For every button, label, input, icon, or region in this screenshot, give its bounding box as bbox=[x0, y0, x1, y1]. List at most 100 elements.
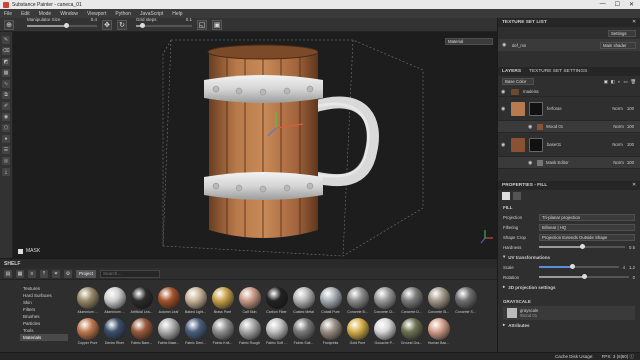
material-thumbnail[interactable]: Fabric Deni... bbox=[182, 318, 209, 345]
material-thumbnail[interactable]: Fabric Barn... bbox=[128, 318, 155, 345]
bake-icon[interactable]: ◉ bbox=[2, 113, 10, 121]
project-filter-chip[interactable]: Project bbox=[76, 269, 97, 278]
menu-edit[interactable]: Edit bbox=[21, 11, 30, 17]
material-thumbnail[interactable]: Artificial Lea... bbox=[128, 287, 155, 314]
material-thumbnail[interactable]: Aluminium ... bbox=[101, 287, 128, 314]
shelf-category-tools[interactable]: Tools bbox=[20, 327, 68, 334]
clone-icon[interactable]: ⧉ bbox=[2, 91, 10, 99]
material-thumbnail[interactable]: Fabric Soft ... bbox=[263, 318, 290, 345]
material-thumbnail[interactable]: Baked Light... bbox=[182, 287, 209, 314]
channel-select[interactable]: Base Color bbox=[502, 78, 534, 85]
shelf-category-skin[interactable]: Skin bbox=[20, 299, 68, 306]
menu-mode[interactable]: Mode bbox=[39, 11, 52, 17]
tab-layers[interactable]: LAYERS bbox=[502, 69, 521, 74]
filter-icon[interactable]: ⏷ bbox=[52, 269, 60, 278]
hardness-slider[interactable]: Hardness 0.5 bbox=[498, 242, 640, 252]
menu-javascript[interactable]: JavaScript bbox=[140, 11, 163, 17]
uv-transformations-section[interactable]: ▾ UV transformations bbox=[498, 252, 640, 262]
close-properties-icon[interactable]: ✕ bbox=[632, 183, 640, 188]
list-view-icon[interactable]: ≡ bbox=[28, 269, 36, 278]
grid-view-icon[interactable]: ▦ bbox=[16, 269, 24, 278]
material-thumbnail[interactable]: Cobalt Pure bbox=[317, 287, 344, 314]
export-icon[interactable]: ⤓ bbox=[2, 168, 10, 176]
material-thumbnail[interactable]: Copper Pure bbox=[74, 318, 101, 345]
manipulator-size-slider[interactable]: Manipulator Size 0.4 bbox=[27, 17, 97, 28]
visibility-eye-icon[interactable]: ◉ bbox=[501, 89, 507, 95]
minimize-button[interactable]: — bbox=[600, 1, 606, 8]
texture-set-item[interactable]: ◉ def_ms Main shader bbox=[498, 39, 640, 51]
material-thumbnail[interactable]: Carbon Fiber bbox=[263, 287, 290, 314]
material-mode-icon[interactable] bbox=[513, 192, 521, 200]
shelf-search-input[interactable] bbox=[100, 269, 161, 278]
settings-icon[interactable]: ⚙ bbox=[64, 269, 72, 278]
smudge-icon[interactable]: ∿ bbox=[2, 80, 10, 88]
material-thumbnail[interactable]: Concrete D... bbox=[398, 287, 425, 314]
layer-ferforas[interactable]: ◉ ferforas Norm 100 bbox=[498, 97, 640, 121]
material-thumbnail[interactable]: Fabric Knit... bbox=[209, 318, 236, 345]
layer-base01[interactable]: ◉ base01 Norm 100 bbox=[498, 133, 640, 157]
material-thumbnail[interactable]: Denim River bbox=[101, 318, 128, 345]
viewport-material-select[interactable]: Material bbox=[445, 38, 493, 45]
grayscale-slot[interactable]: grayscale Wood 01 bbox=[503, 306, 635, 320]
display-settings-icon[interactable]: ☰ bbox=[2, 146, 10, 154]
snap-icon[interactable]: ◱ bbox=[197, 19, 207, 30]
close-button[interactable]: ✕ bbox=[629, 1, 634, 8]
polygon-fill-icon[interactable]: ⬡ bbox=[2, 124, 10, 132]
shelf-category-filters[interactable]: Filters bbox=[20, 306, 68, 313]
visibility-eye-icon[interactable]: ◉ bbox=[501, 142, 507, 148]
visibility-eye-icon[interactable]: ◉ bbox=[528, 124, 534, 130]
shader-settings-icon[interactable]: ◎ bbox=[2, 157, 10, 165]
color-picker-icon[interactable]: ✐ bbox=[2, 102, 10, 110]
add-fill-layer-icon[interactable]: ◧ bbox=[611, 79, 615, 85]
menu-file[interactable]: File bbox=[4, 11, 12, 17]
material-thumbnail[interactable]: Calf Skin bbox=[236, 287, 263, 314]
filtering-select[interactable]: Bilinear | HQ bbox=[539, 223, 635, 231]
rotation-slider[interactable]: Rotation 0 bbox=[498, 272, 640, 282]
transform-icon[interactable]: ⊕ bbox=[4, 19, 14, 30]
shelf-category-particles[interactable]: Particles bbox=[20, 320, 68, 327]
material-thumbnail[interactable]: Coated Metal bbox=[290, 287, 317, 314]
fill-mode-icon[interactable] bbox=[502, 192, 510, 200]
material-thumbnail[interactable]: Concrete Cl... bbox=[371, 287, 398, 314]
move-icon[interactable]: ✥ bbox=[102, 19, 112, 30]
menu-help[interactable]: Help bbox=[172, 11, 182, 17]
eraser-icon[interactable]: ⌫ bbox=[2, 47, 10, 55]
sublayer-mask-editor[interactable]: ◉ Mask Editor Norm 100 bbox=[498, 157, 640, 169]
material-thumbnail[interactable]: Human Bac... bbox=[425, 318, 452, 345]
visibility-eye-icon[interactable]: ◉ bbox=[502, 42, 508, 48]
close-panel-icon[interactable]: ✕ bbox=[632, 20, 640, 25]
add-mask-icon[interactable]: ◐ bbox=[618, 79, 621, 84]
delete-layer-icon[interactable]: 🗑 bbox=[631, 79, 636, 85]
camera-icon[interactable]: ▣ bbox=[212, 19, 222, 30]
shelf-category-hard-surfaces[interactable]: Hard Surfaces bbox=[20, 292, 68, 299]
shader-select[interactable]: Main shader bbox=[600, 41, 636, 49]
shape-crop-select[interactable]: Projection Extends Outside Shape bbox=[539, 233, 635, 241]
material-thumbnail[interactable]: Fabric Base... bbox=[155, 318, 182, 345]
geometry-fill-icon[interactable]: ▦ bbox=[2, 69, 10, 77]
material-thumbnail[interactable]: Concrete S... bbox=[452, 287, 479, 314]
visibility-eye-icon[interactable]: ◉ bbox=[528, 160, 534, 166]
material-thumbnail[interactable]: Fabric Suit... bbox=[290, 318, 317, 345]
menu-python[interactable]: Python bbox=[115, 11, 131, 17]
visibility-eye-icon[interactable]: ◉ bbox=[501, 106, 507, 112]
grid-steps-slider[interactable]: Grid steps 0.1 bbox=[136, 17, 192, 28]
3d-viewport[interactable]: Material MASK bbox=[13, 32, 497, 258]
material-thumbnail[interactable]: Gouache P... bbox=[371, 318, 398, 345]
shelf-category-textures[interactable]: Textures bbox=[20, 285, 68, 292]
3d-projection-section[interactable]: ▸ 3D projection settings bbox=[498, 282, 640, 292]
attributes-section[interactable]: ▸ Attributes bbox=[498, 320, 640, 330]
shelf-category-materials[interactable]: Materials bbox=[20, 334, 68, 341]
projection-icon[interactable]: ◩ bbox=[2, 58, 10, 66]
material-thumbnail[interactable]: Gold Pure bbox=[344, 318, 371, 345]
material-picker-icon[interactable]: ● bbox=[2, 135, 10, 143]
menu-viewport[interactable]: Viewport bbox=[87, 11, 106, 17]
projection-select[interactable]: Tri-planar projection bbox=[539, 213, 635, 221]
tab-texture-set-settings[interactable]: TEXTURE SET SETTINGS bbox=[529, 69, 587, 74]
material-thumbnail[interactable]: Footprints bbox=[317, 318, 344, 345]
material-thumbnail[interactable]: Fabric Rough bbox=[236, 318, 263, 345]
menu-window[interactable]: Window bbox=[60, 11, 78, 17]
material-thumbnail[interactable]: Autumn Leaf bbox=[155, 287, 182, 314]
import-icon[interactable]: ⤒ bbox=[40, 269, 48, 278]
shelf-category-brushes[interactable]: Brushes bbox=[20, 313, 68, 320]
sublayer-wood-fill[interactable]: ◉ Wood 01 Norm 100 bbox=[498, 121, 640, 133]
